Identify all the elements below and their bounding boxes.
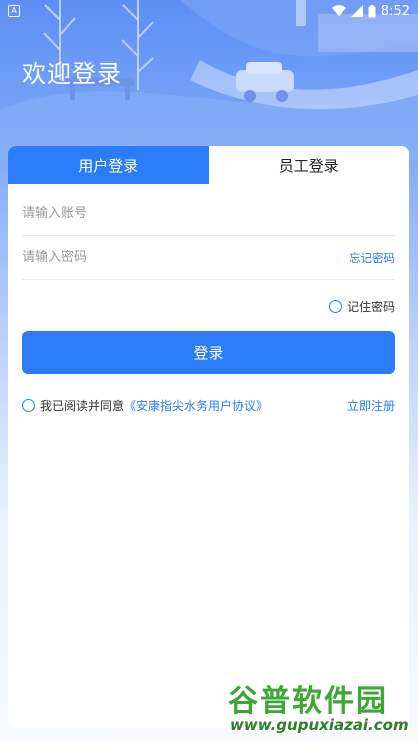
agreement-row: 我已阅读并同意 《安康指尖水务用户协议》 立即注册 (22, 397, 395, 414)
cell-signal-icon (350, 5, 363, 17)
register-link[interactable]: 立即注册 (347, 397, 395, 414)
remember-password-label: 记住密码 (346, 300, 395, 314)
user-agreement-link[interactable]: 《安康指尖水务用户协议》 (124, 397, 268, 414)
status-time: 8:52 (380, 3, 410, 19)
account-field (22, 192, 395, 236)
agreement-prefix: 我已阅读并同意 (40, 399, 125, 413)
remember-radio-icon[interactable] (328, 300, 342, 313)
password-field: 忘记密码 (22, 236, 395, 280)
agree-radio-icon[interactable] (22, 399, 35, 412)
login-tabs: 用户登录 员工登录 (8, 146, 409, 184)
watermark-title: 谷普软件园 (228, 684, 388, 719)
tab-staff-login[interactable]: 员工登录 (208, 146, 409, 184)
battery-icon (368, 4, 376, 17)
wifi-icon (331, 5, 346, 16)
page-title: 欢迎登录 (22, 60, 122, 88)
forgot-password-link[interactable]: 忘记密码 (349, 250, 395, 266)
login-button[interactable]: 登录 (22, 331, 395, 374)
password-input[interactable] (22, 250, 302, 265)
watermark-url: www.gupuxiazai.com (230, 716, 409, 734)
login-card: 用户登录 员工登录 忘记密码 记住密码 登录 我已阅读并同意《安康指尖水务用户协… (8, 146, 409, 728)
account-input[interactable] (22, 206, 302, 221)
tab-user-login[interactable]: 用户登录 (8, 146, 209, 184)
notification-icon: A (8, 5, 20, 17)
remember-password-toggle[interactable]: 记住密码 (328, 298, 395, 315)
status-bar: A 8:52 (0, 0, 418, 22)
watermark: 谷普软件园 www.gupuxiazai.com (228, 676, 416, 740)
